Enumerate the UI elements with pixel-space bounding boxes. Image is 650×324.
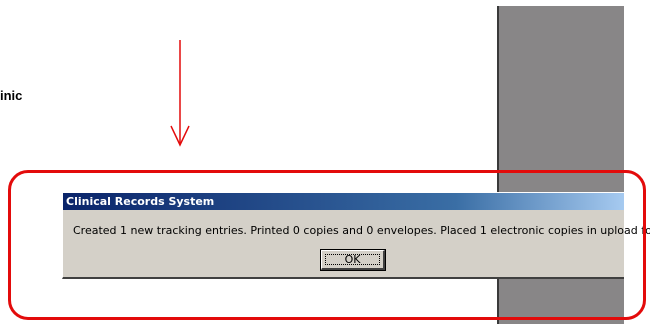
- dialog-titlebar[interactable]: Clinical Records System: [63, 193, 624, 210]
- annotation-arrow-icon: [170, 40, 190, 147]
- focus-rectangle: [325, 254, 380, 265]
- dialog-message: Created 1 new tracking entries. Printed …: [73, 224, 650, 237]
- message-dialog: Clinical Records System Created 1 new tr…: [62, 192, 650, 279]
- background-label-fragment: inic: [0, 88, 23, 103]
- ok-button[interactable]: OK: [320, 249, 386, 271]
